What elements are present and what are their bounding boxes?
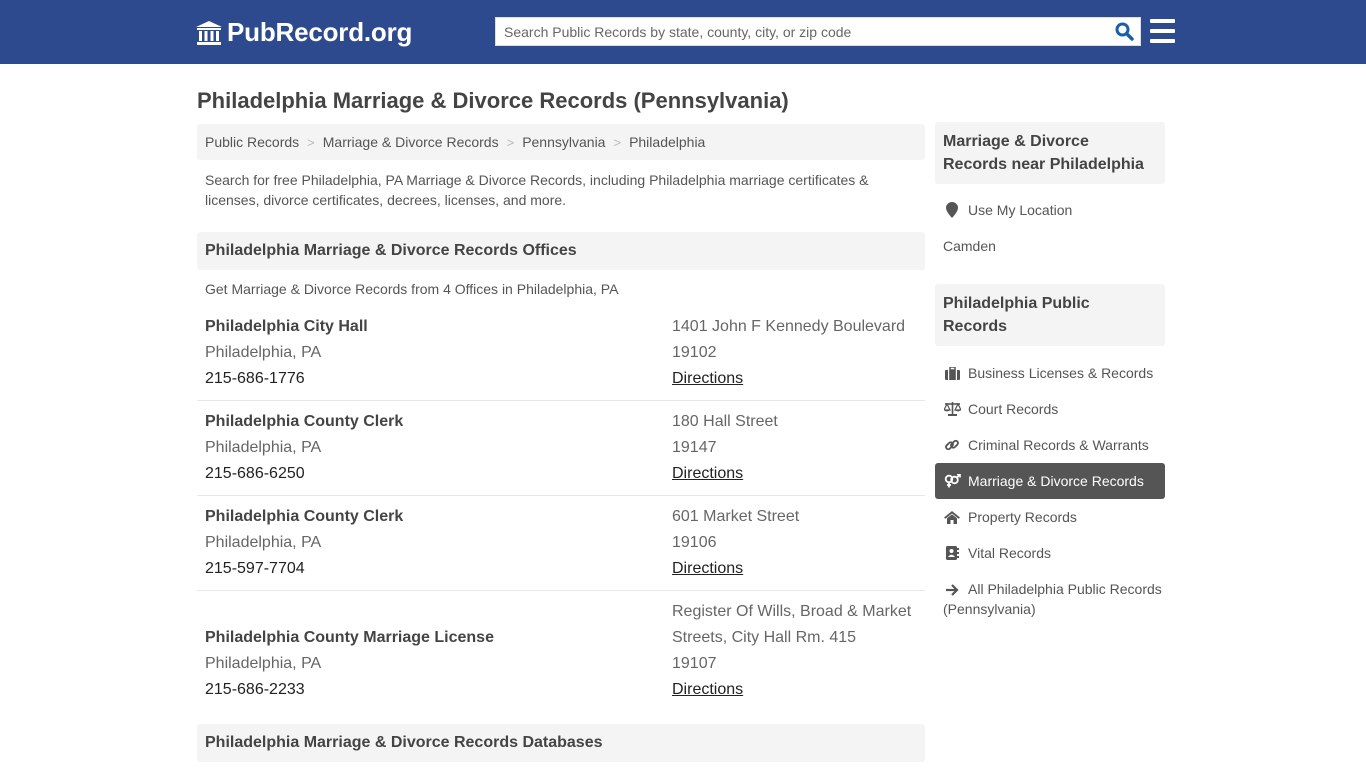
logo-text: PubRecord.org [227, 17, 413, 47]
search-button[interactable] [1108, 18, 1140, 45]
search-input[interactable] [496, 18, 1108, 45]
office-phone[interactable]: 215-686-2233 [205, 677, 672, 703]
sidebar-item-label: Vital Records [968, 545, 1052, 561]
office-city: Philadelphia, PA [205, 534, 322, 551]
intro-text: Search for free Philadelphia, PA Marriag… [205, 172, 869, 208]
sidebar: Marriage & Divorce Records near Philadel… [935, 122, 1165, 619]
breadcrumb: Public Records > Marriage & Divorce Reco… [197, 124, 925, 160]
nearby-place-link[interactable]: Camden [935, 228, 1165, 264]
sidebar-item-marriage-divorce[interactable]: Marriage & Divorce Records [935, 463, 1165, 499]
sidebar-item-label: Court Records [968, 401, 1059, 417]
office-city: Philadelphia, PA [205, 655, 322, 672]
sidebar-item-criminal-records[interactable]: Criminal Records & Warrants [935, 427, 1165, 463]
office-address: 180 Hall Street [672, 413, 778, 430]
directions-link[interactable]: Directions [672, 370, 743, 387]
office-phone[interactable]: 215-597-7704 [205, 556, 672, 582]
map-marker-icon [946, 202, 958, 218]
briefcase-icon [944, 366, 960, 380]
office-phone[interactable]: 215-686-6250 [205, 461, 672, 487]
use-my-location-button[interactable]: Use My Location [935, 192, 1165, 228]
office-zip: 19147 [672, 439, 717, 456]
sidebar-item-label: All Philadelphia Public Records (Pennsyl… [943, 581, 1162, 617]
office-zip: 19107 [672, 655, 717, 672]
menu-bar [1150, 39, 1175, 43]
office-phone[interactable]: 215-686-1776 [205, 366, 672, 392]
sidebar-item-label: Marriage & Divorce Records [968, 473, 1144, 489]
breadcrumb-marriage-divorce[interactable]: Marriage & Divorce Records [323, 134, 499, 150]
office-item: Philadelphia City Hall Philadelphia, PA … [197, 306, 925, 401]
sidebar-item-court-records[interactable]: Court Records [935, 391, 1165, 427]
offices-heading: Philadelphia Marriage & Divorce Records … [197, 232, 925, 270]
office-name: Philadelphia County Clerk [205, 508, 404, 525]
office-address: 601 Market Street [672, 508, 800, 525]
breadcrumb-philadelphia[interactable]: Philadelphia [629, 134, 705, 150]
use-my-location-label: Use My Location [968, 202, 1073, 218]
office-name: Philadelphia County Marriage License [205, 629, 494, 646]
sidebar-item-business-licenses[interactable]: Business Licenses & Records [935, 355, 1165, 391]
hamburger-menu-button[interactable] [1150, 19, 1175, 43]
office-city: Philadelphia, PA [205, 439, 322, 456]
office-item: Philadelphia County Clerk Philadelphia, … [197, 401, 925, 496]
databases-heading: Philadelphia Marriage & Divorce Records … [197, 724, 925, 762]
office-address: Register Of Wills, Broad & Market [672, 603, 912, 620]
arrow-right-icon [946, 584, 959, 596]
sidebar-item-label: Property Records [968, 509, 1077, 525]
search-bar [495, 17, 1141, 46]
breadcrumb-separator: > [613, 134, 622, 150]
office-address: 1401 John F Kennedy Boulevard [672, 318, 906, 335]
offices-subheading: Get Marriage & Divorce Records from 4 Of… [205, 281, 619, 297]
breadcrumb-separator: > [506, 134, 515, 150]
office-item: Philadelphia County Clerk Philadelphia, … [197, 496, 925, 591]
balance-scale-icon [943, 402, 961, 416]
public-records-heading: Philadelphia Public Records [935, 284, 1165, 346]
address-book-icon [945, 546, 959, 560]
courthouse-icon [196, 20, 222, 45]
nearby-heading: Marriage & Divorce Records near Philadel… [935, 122, 1165, 184]
directions-link[interactable]: Directions [672, 681, 743, 698]
home-icon [944, 510, 960, 524]
link-icon [945, 439, 959, 451]
office-item: Philadelphia County Marriage License Phi… [197, 591, 925, 711]
venus-mars-icon [944, 474, 961, 488]
sidebar-item-label: Criminal Records & Warrants [968, 437, 1149, 453]
office-zip: 19106 [672, 534, 717, 551]
sidebar-item-label: Business Licenses & Records [968, 365, 1154, 381]
menu-bar [1150, 19, 1175, 23]
office-name: Philadelphia County Clerk [205, 413, 404, 430]
office-city: Philadelphia, PA [205, 344, 322, 361]
sidebar-item-all-public-records[interactable]: All Philadelphia Public Records (Pennsyl… [935, 571, 1165, 619]
main-content: Public Records > Marriage & Divorce Reco… [197, 124, 925, 762]
page-title: Philadelphia Marriage & Divorce Records … [197, 88, 789, 113]
office-name: Philadelphia City Hall [205, 318, 368, 335]
top-navbar: PubRecord.org [0, 0, 1366, 64]
breadcrumb-public-records[interactable]: Public Records [205, 134, 299, 150]
sidebar-item-vital-records[interactable]: Vital Records [935, 535, 1165, 571]
office-zip: 19102 [672, 344, 717, 361]
breadcrumb-separator: > [307, 134, 315, 150]
breadcrumb-pennsylvania[interactable]: Pennsylvania [522, 134, 605, 150]
search-icon [1115, 22, 1134, 41]
sidebar-item-property-records[interactable]: Property Records [935, 499, 1165, 535]
site-logo[interactable]: PubRecord.org [195, 17, 412, 48]
menu-bar [1150, 29, 1175, 33]
office-address-line-2: Streets, City Hall Rm. 415 [672, 629, 857, 646]
directions-link[interactable]: Directions [672, 560, 743, 577]
office-list: Philadelphia City Hall Philadelphia, PA … [197, 306, 925, 711]
directions-link[interactable]: Directions [672, 465, 743, 482]
